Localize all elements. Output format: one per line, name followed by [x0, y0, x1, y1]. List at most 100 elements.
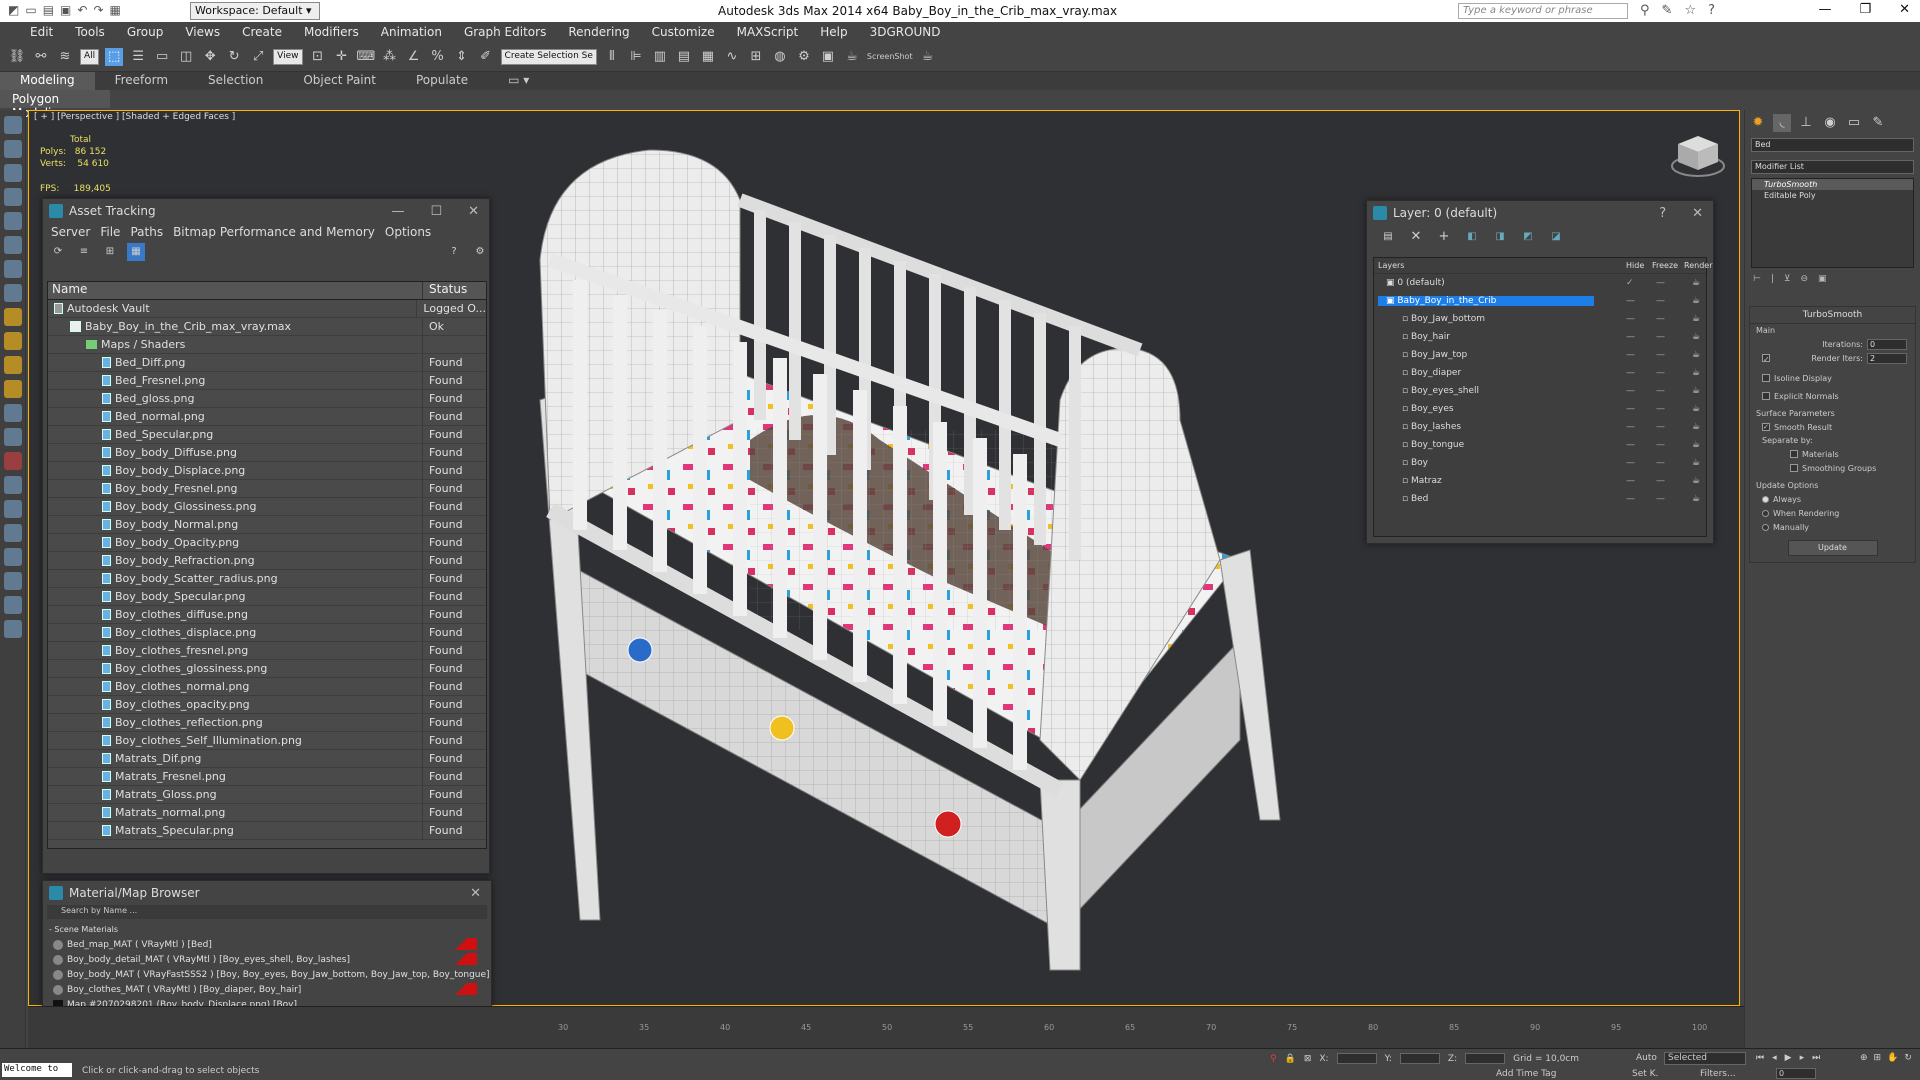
show-end-result-icon[interactable]: | [1771, 274, 1774, 284]
percent-snap-icon[interactable]: % [429, 48, 447, 66]
freeze-toggle-icon[interactable]: — [1656, 332, 1665, 342]
scene-materials-group[interactable]: - Scene Materials [43, 923, 491, 937]
column-header-freeze[interactable]: Freeze [1652, 261, 1678, 270]
when-rendering-radio[interactable] [1762, 509, 1769, 517]
toolbar-tool-icon[interactable] [4, 308, 22, 326]
create-tab-icon[interactable]: ✹ [1749, 114, 1767, 132]
render-iters-spinner[interactable]: 2 [1867, 352, 1907, 364]
table-row[interactable]: Matrats_normal.png Found [48, 803, 486, 822]
layer-row[interactable]: ▣ 0 (default) ✓ — ☕ [1374, 274, 1706, 292]
menu-maxscript[interactable]: MAXScript [737, 25, 799, 39]
go-to-end-icon[interactable]: ⏭ [1812, 1053, 1820, 1063]
ribbon-options-icon[interactable]: ▭ ▾ [488, 72, 549, 90]
layer-manager-titlebar[interactable]: Layer: 0 (default) ? ✕ [1367, 201, 1713, 225]
menu-animation[interactable]: Animation [381, 25, 442, 39]
close-icon[interactable]: ✕ [468, 204, 479, 219]
menu-3dground[interactable]: 3DGROUND [870, 25, 941, 39]
hide-toggle-icon[interactable]: — [1626, 458, 1635, 468]
freeze-toggle-icon[interactable]: — [1656, 422, 1665, 432]
select-manipulate-icon[interactable]: ✛ [333, 48, 351, 66]
menu-graph-editors[interactable]: Graph Editors [464, 25, 546, 39]
render-toggle-icon[interactable]: ☕ [1692, 494, 1700, 504]
spinner-snap-icon[interactable]: ⇕ [453, 48, 471, 66]
graphite-toggle-icon[interactable]: ▦ [699, 48, 717, 66]
selection-filter-dropdown[interactable]: All [80, 48, 100, 65]
help-icon[interactable]: ? [1708, 3, 1715, 18]
ribbon-tab-modeling[interactable]: Modeling [0, 72, 95, 90]
lock-icon[interactable]: 🔒 [1285, 1054, 1296, 1064]
angle-snap-icon[interactable]: ∠ [405, 48, 423, 66]
isoline-checkbox[interactable] [1762, 374, 1770, 382]
maxscript-listener[interactable]: Welcome to [2, 1063, 72, 1077]
hide-toggle-icon[interactable]: ✓ [1626, 278, 1634, 288]
stack-item-turbosmooth[interactable]: TurboSmooth [1752, 179, 1913, 190]
toolbar-tool-icon[interactable] [4, 380, 22, 398]
smoothing-groups-checkbox[interactable] [1790, 464, 1798, 472]
asset-menu-paths[interactable]: Paths [130, 225, 163, 239]
toolbar-tool-icon[interactable] [4, 116, 22, 134]
hide-toggle-icon[interactable]: — [1626, 368, 1635, 378]
render-toggle-icon[interactable]: ☕ [1692, 476, 1700, 486]
layer-row[interactable]: ▫ Matraz — — ☕ [1374, 472, 1706, 490]
table-row[interactable]: Baby_Boy_in_the_Crib_max_vray.max Ok [48, 317, 486, 336]
undo-icon[interactable]: ↶ [77, 3, 87, 17]
toolbar-tool-icon[interactable] [4, 428, 22, 446]
viewcube-icon[interactable] [1668, 130, 1728, 180]
toolbar-tool-icon[interactable] [4, 284, 22, 302]
layer-row[interactable]: ▫ Boy_eyes — — ☕ [1374, 400, 1706, 418]
minimize-icon[interactable]: — [391, 204, 404, 219]
next-frame-icon[interactable]: ▸ [1800, 1053, 1805, 1063]
table-row[interactable]: Boy_body_Scatter_radius.png Found [48, 569, 486, 588]
table-row[interactable]: Boy_clothes_diffuse.png Found [48, 605, 486, 624]
toolbar-tool-icon[interactable] [4, 500, 22, 518]
table-row[interactable]: Boy_body_Opacity.png Found [48, 533, 486, 552]
column-header-name[interactable]: Name [48, 282, 423, 299]
freeze-toggle-icon[interactable]: — [1656, 386, 1665, 396]
render-toggle-icon[interactable]: ☕ [1692, 368, 1700, 378]
ribbon-tab-object-paint[interactable]: Object Paint [283, 72, 396, 90]
pin-stack-icon[interactable]: ⊢ [1753, 274, 1761, 284]
render-iters-checkbox[interactable]: ✓ [1762, 354, 1770, 364]
hide-all-icon[interactable]: ◩ [1519, 228, 1537, 246]
table-row[interactable]: Boy_clothes_displace.png Found [48, 623, 486, 642]
toolbar-tool-icon[interactable] [4, 596, 22, 614]
menu-tools[interactable]: Tools [75, 25, 105, 39]
search-input[interactable]: Type a keyword or phrase [1458, 3, 1628, 19]
toolbar-tool-icon[interactable] [4, 332, 22, 350]
create-layer-icon[interactable]: ▤ [1379, 228, 1397, 246]
layer-row[interactable]: ▫ Boy_eyes_shell — — ☕ [1374, 382, 1706, 400]
add-to-layer-icon[interactable]: + [1435, 228, 1453, 246]
grid-view-icon[interactable]: ▦ [127, 243, 145, 261]
freeze-toggle-icon[interactable]: — [1656, 296, 1665, 306]
table-row[interactable]: Boy_clothes_Self_Illumination.png Found [48, 731, 486, 750]
configure-sets-icon[interactable]: ▣ [1818, 274, 1827, 284]
rotate-icon[interactable]: ↻ [225, 48, 243, 66]
layer-explorer-icon[interactable]: ▥ [651, 48, 669, 66]
table-row[interactable]: Bed_Fresnel.png Found [48, 371, 486, 390]
table-row[interactable]: Matrats_Gloss.png Found [48, 785, 486, 804]
menu-customize[interactable]: Customize [652, 25, 715, 39]
ribbon-tab-selection[interactable]: Selection [188, 72, 283, 90]
layer-row[interactable]: ▫ Boy_hair — — ☕ [1374, 328, 1706, 346]
menu-create[interactable]: Create [242, 25, 282, 39]
hide-toggle-icon[interactable]: — [1626, 404, 1635, 414]
render-toggle-icon[interactable]: ☕ [1692, 458, 1700, 468]
render-toggle-icon[interactable]: ☕ [1692, 296, 1700, 306]
modifier-list-dropdown[interactable]: Modifier List [1751, 160, 1914, 174]
layer-row[interactable]: ▫ Boy_tongue — — ☕ [1374, 436, 1706, 454]
freeze-toggle-icon[interactable]: — [1656, 278, 1665, 288]
toolbar-tool-icon[interactable] [4, 572, 22, 590]
curve-editor-icon[interactable]: ∿ [723, 48, 741, 66]
binoculars-icon[interactable]: ⚲ [1640, 3, 1650, 18]
hide-toggle-icon[interactable]: — [1626, 314, 1635, 324]
hide-toggle-icon[interactable]: — [1626, 296, 1635, 306]
edit-named-sel-icon[interactable]: ✐ [477, 48, 495, 66]
remove-modifier-icon[interactable]: ⊖ [1800, 274, 1808, 284]
freeze-toggle-icon[interactable]: — [1656, 368, 1665, 378]
menu-modifiers[interactable]: Modifiers [304, 25, 359, 39]
table-row[interactable]: Maps / Shaders [48, 335, 486, 354]
display-tab-icon[interactable]: ▭ [1845, 114, 1863, 132]
align-icon[interactable]: ⊫ [627, 48, 645, 66]
auto-key-button[interactable]: Auto [1636, 1053, 1657, 1063]
render-icon[interactable]: ☕ [843, 48, 861, 66]
